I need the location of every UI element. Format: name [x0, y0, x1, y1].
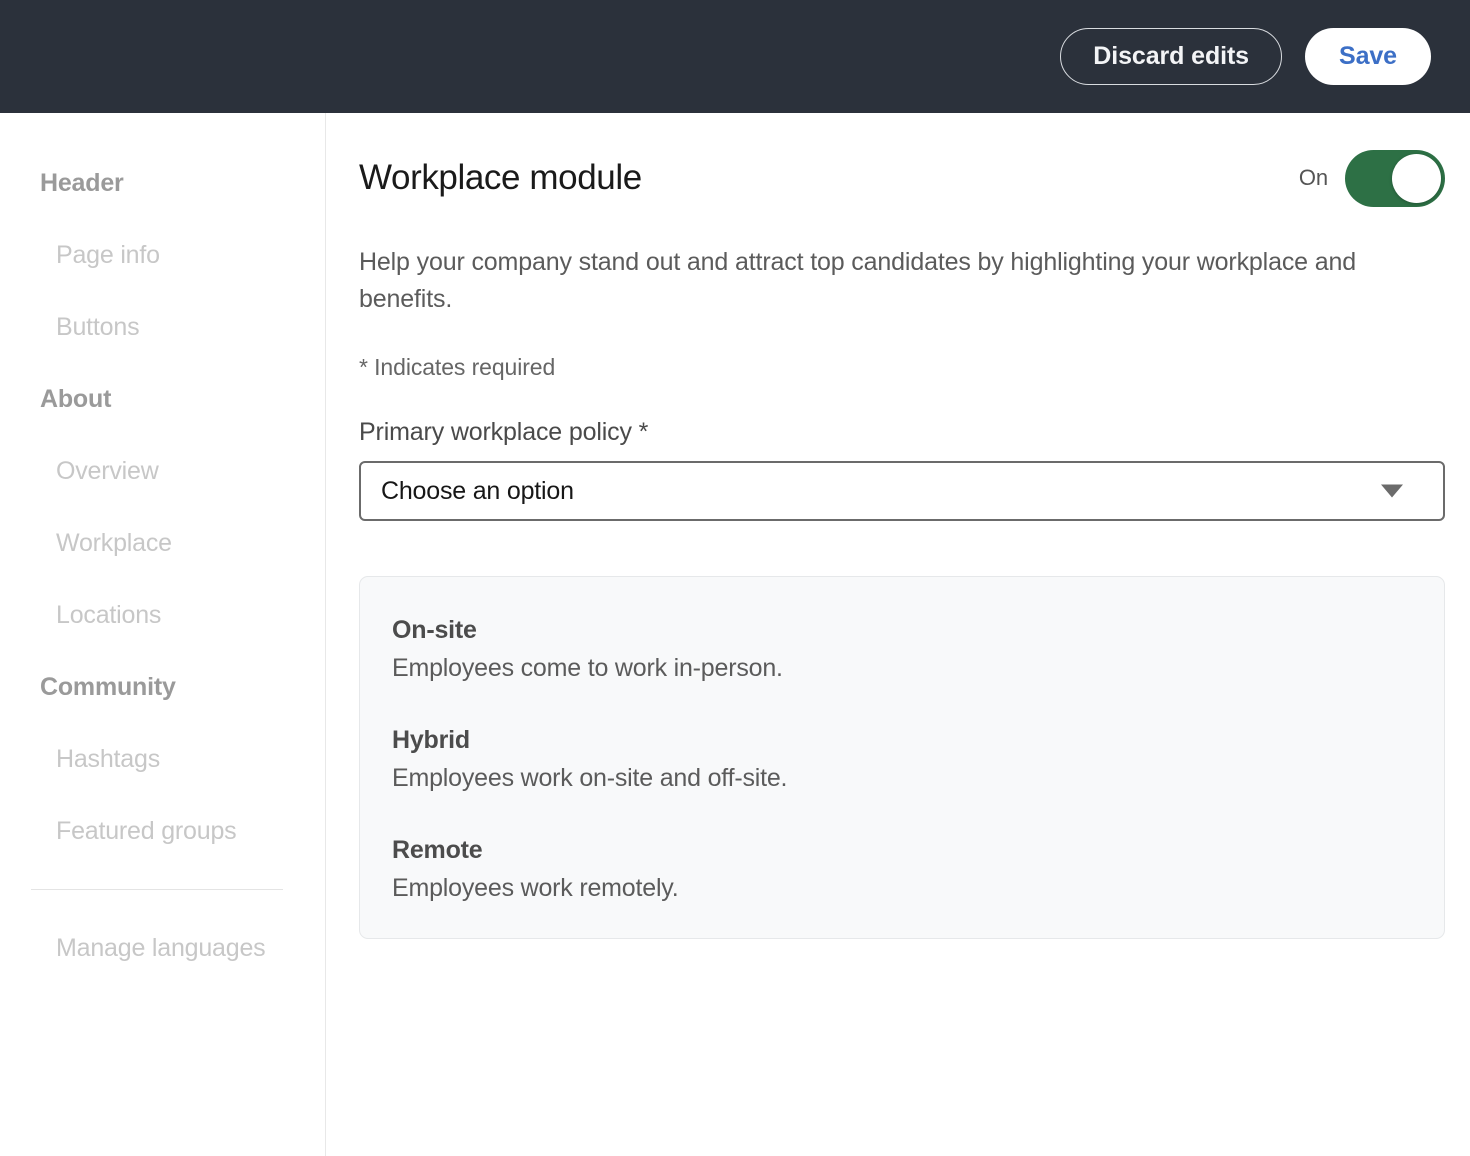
policy-option-title: Hybrid: [392, 724, 1412, 757]
sidebar-item-featured-groups[interactable]: Featured groups: [0, 795, 325, 867]
sidebar-item-workplace[interactable]: Workplace: [0, 507, 325, 579]
toggle-state-label: On: [1299, 165, 1328, 191]
sidebar-item-locations[interactable]: Locations: [0, 579, 325, 651]
primary-workplace-policy-select[interactable]: Choose an option: [359, 461, 1445, 521]
save-button[interactable]: Save: [1305, 28, 1431, 85]
policy-option-description: Employees work remotely.: [392, 872, 1412, 905]
sidebar-item-page-info[interactable]: Page info: [0, 219, 325, 291]
policy-field-label: Primary workplace policy *: [359, 418, 1445, 447]
sidebar-item-overview[interactable]: Overview: [0, 435, 325, 507]
sidebar-item-manage-languages[interactable]: Manage languages: [0, 912, 325, 984]
sidebar-item-hashtags[interactable]: Hashtags: [0, 723, 325, 795]
workplace-policy-info-card: On-site Employees come to work in-person…: [359, 576, 1445, 939]
sidebar-nav: Header Page info Buttons About Overview …: [0, 113, 326, 1156]
chevron-down-icon: [1381, 485, 1403, 498]
sidebar-divider: [31, 889, 283, 890]
sidebar-section-community: Community: [0, 651, 325, 723]
main-content: Workplace module On Help your company st…: [326, 113, 1470, 1156]
toggle-switch-knob: [1392, 154, 1441, 203]
module-description: Help your company stand out and attract …: [359, 244, 1369, 318]
module-toggle[interactable]: On: [1299, 150, 1445, 207]
page-title: Workplace module: [359, 158, 642, 198]
select-selected-value: Choose an option: [381, 477, 574, 506]
page-settings-screen: Discard edits Save Header Page info Butt…: [0, 0, 1470, 1156]
policy-option-description: Employees work on-site and off-site.: [392, 762, 1412, 795]
sidebar-section-header: Header: [0, 147, 325, 219]
policy-option-hybrid: Hybrid Employees work on-site and off-si…: [392, 724, 1412, 794]
policy-option-onsite: On-site Employees come to work in-person…: [392, 614, 1412, 684]
policy-option-title: On-site: [392, 614, 1412, 647]
toggle-switch-track[interactable]: [1345, 150, 1445, 207]
discard-edits-button[interactable]: Discard edits: [1060, 28, 1282, 85]
required-indicator-note: * Indicates required: [359, 354, 1445, 381]
policy-option-title: Remote: [392, 834, 1412, 867]
sidebar-section-about: About: [0, 363, 325, 435]
top-action-bar: Discard edits Save: [0, 0, 1470, 113]
policy-option-description: Employees come to work in-person.: [392, 652, 1412, 685]
sidebar-item-buttons[interactable]: Buttons: [0, 291, 325, 363]
policy-option-remote: Remote Employees work remotely.: [392, 834, 1412, 904]
module-header: Workplace module On: [359, 150, 1445, 206]
